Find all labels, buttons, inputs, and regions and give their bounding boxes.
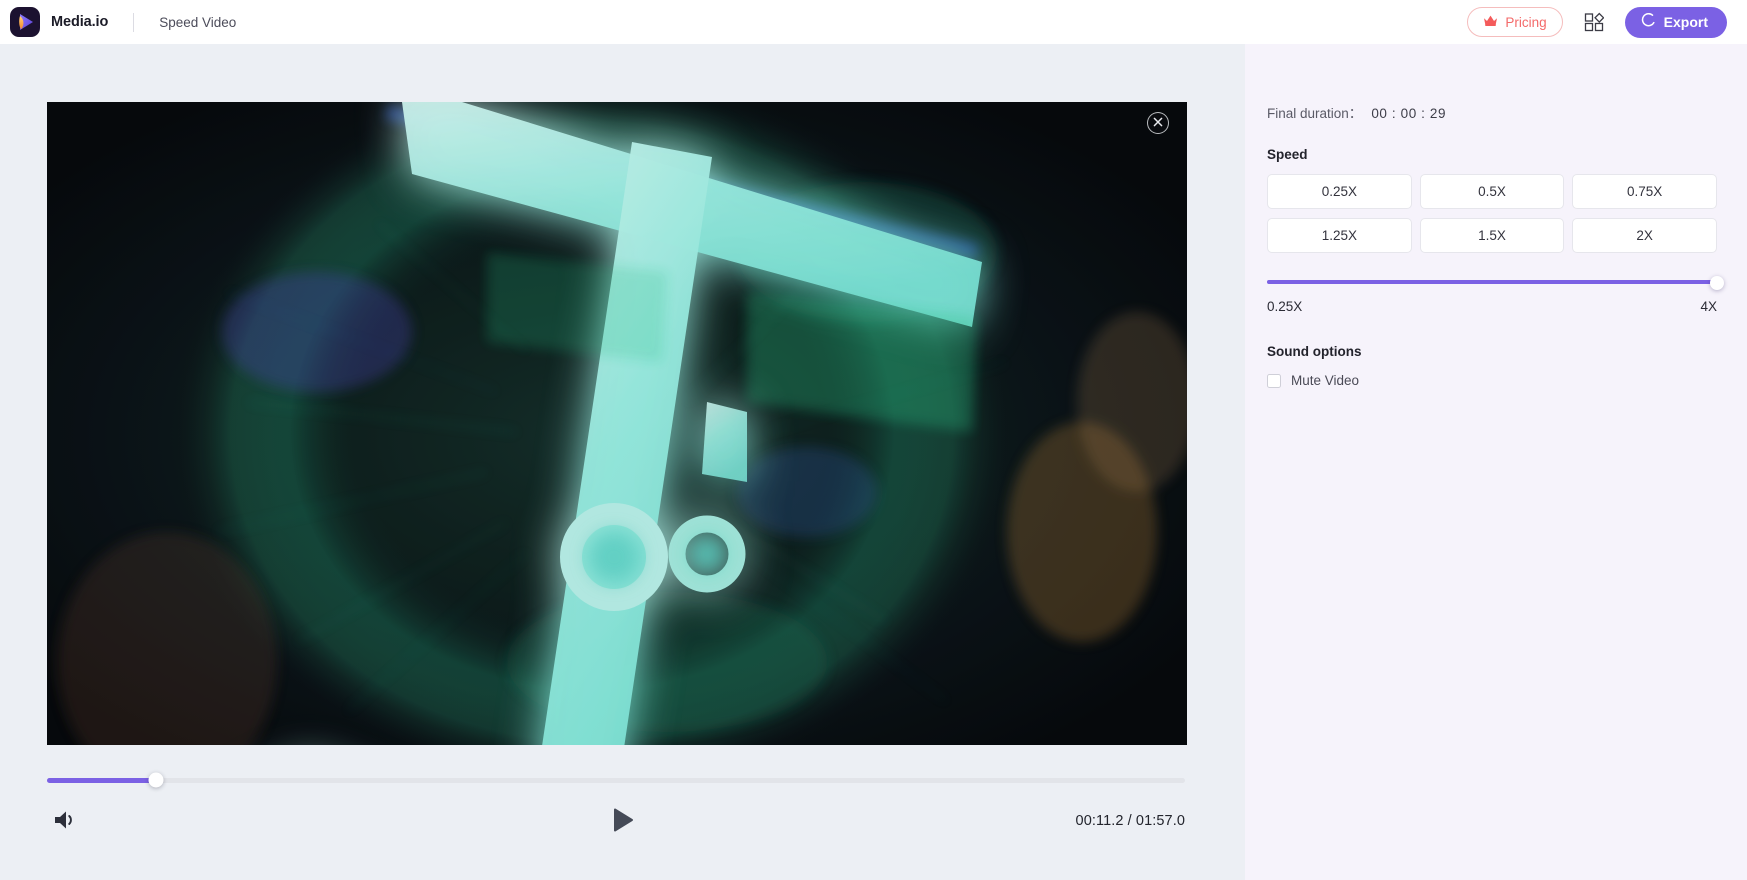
play-triangle-icon: [611, 807, 635, 836]
speed-slider-handle[interactable]: [1710, 276, 1724, 290]
grid-apps-icon[interactable]: [1581, 9, 1607, 35]
mute-video-label: Mute Video: [1291, 373, 1360, 388]
video-stage: [0, 44, 1245, 760]
brand-name: Media.io: [51, 14, 109, 30]
speed-preset-0_75x[interactable]: 0.75X: [1572, 174, 1717, 209]
pricing-label: Pricing: [1505, 14, 1547, 30]
speed-slider-labels: 0.25X 4X: [1267, 299, 1717, 314]
speaker-on-icon: [53, 809, 77, 834]
final-duration: Final duration： 00 : 00 : 29: [1267, 102, 1717, 122]
brand-divider: [133, 12, 135, 32]
speed-slider-max-label: 4X: [1700, 299, 1717, 314]
player-controls: 00:11.2 / 01:57.0: [0, 760, 1245, 880]
app-header: Media.io Speed Video Pricing Export: [0, 0, 1747, 44]
seek-track[interactable]: [47, 778, 1185, 783]
mute-video-row[interactable]: Mute Video: [1267, 373, 1717, 388]
sound-section-title: Sound options: [1267, 344, 1362, 359]
main-body: 00:11.2 / 01:57.0 Final duration： 00 : 0…: [0, 44, 1747, 880]
seek-bar[interactable]: [47, 772, 1185, 788]
mediaio-play-logo-icon[interactable]: [10, 7, 40, 37]
speed-preset-2x[interactable]: 2X: [1572, 218, 1717, 253]
speed-preset-1_5x[interactable]: 1.5X: [1419, 218, 1565, 253]
speed-preset-1_25x[interactable]: 1.25X: [1267, 218, 1412, 253]
crown-icon: [1483, 14, 1498, 30]
seek-handle[interactable]: [148, 772, 164, 788]
settings-panel: Final duration： 00 : 00 : 29 Speed 0.25X…: [1245, 44, 1747, 880]
transport-bar: 00:11.2 / 01:57.0: [0, 800, 1245, 842]
close-video-button[interactable]: [1147, 112, 1169, 134]
video-player[interactable]: [47, 102, 1187, 745]
page-title: Speed Video: [159, 14, 237, 30]
final-duration-value: 00 : 00 : 29: [1371, 106, 1447, 121]
brand: Media.io Speed Video: [10, 7, 236, 37]
speed-slider-fill: [1267, 280, 1717, 284]
speed-slider-min-label: 0.25X: [1267, 299, 1303, 314]
speed-preset-grid: 0.25X 0.5X 0.75X 1.25X 1.5X 2X: [1267, 174, 1717, 253]
speed-preset-0_5x[interactable]: 0.5X: [1419, 174, 1565, 209]
close-icon: [1153, 114, 1163, 132]
final-duration-label: Final duration：: [1267, 106, 1363, 121]
app-root: Media.io Speed Video Pricing Export 00:1…: [0, 0, 1747, 880]
export-button[interactable]: Export: [1624, 6, 1727, 38]
play-button[interactable]: [611, 807, 635, 836]
seek-fill: [47, 778, 157, 783]
editor-area: 00:11.2 / 01:57.0: [0, 44, 1245, 880]
pricing-button[interactable]: Pricing: [1467, 7, 1563, 37]
volume-button[interactable]: [53, 809, 77, 834]
speed-preset-0_25x[interactable]: 0.25X: [1267, 174, 1412, 209]
speed-slider-track[interactable]: [1267, 280, 1717, 284]
export-label: Export: [1663, 14, 1708, 30]
time-display: 00:11.2 / 01:57.0: [1075, 813, 1185, 829]
speed-slider[interactable]: [1267, 275, 1724, 291]
header-actions: Pricing Export: [1467, 6, 1727, 38]
speed-section-title: Speed: [1267, 147, 1308, 162]
mute-video-checkbox[interactable]: [1267, 373, 1281, 388]
loading-crescent-icon: [1641, 12, 1656, 31]
video-frame: [47, 102, 1187, 745]
